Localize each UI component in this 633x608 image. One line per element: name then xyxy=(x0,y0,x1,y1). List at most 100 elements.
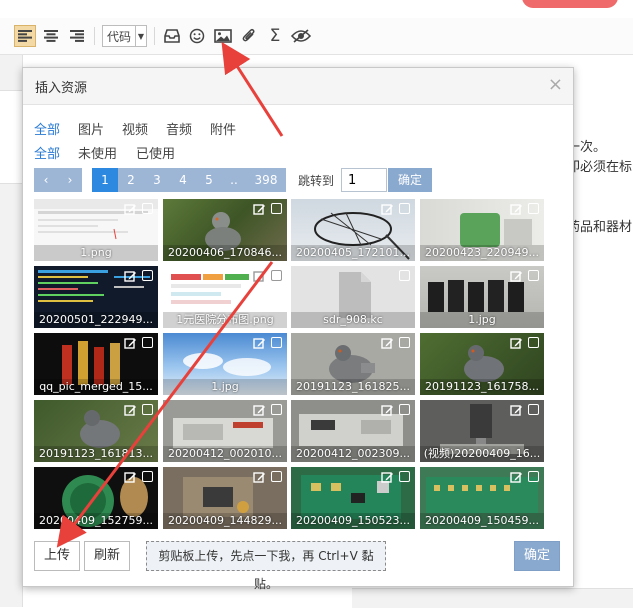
jump-confirm-button[interactable]: 确定 xyxy=(388,168,432,192)
checkbox-icon[interactable] xyxy=(271,270,282,281)
checkbox-icon[interactable] xyxy=(399,471,410,482)
inbox-icon[interactable] xyxy=(162,25,182,47)
resource-tile[interactable]: 1.png xyxy=(34,199,158,261)
checkbox-icon[interactable] xyxy=(142,404,153,415)
close-icon[interactable]: × xyxy=(548,74,563,95)
edit-icon[interactable] xyxy=(124,270,137,283)
page-ellipsis: .. xyxy=(222,168,246,192)
type-filter-all[interactable]: 全部 xyxy=(34,119,60,138)
edit-icon[interactable] xyxy=(124,337,137,350)
resource-tile[interactable]: 20200423_220949... xyxy=(420,199,544,261)
page-button-1[interactable]: 1 xyxy=(92,168,118,192)
resource-tile[interactable]: 20200412_002010... xyxy=(163,400,287,462)
usage-filter-used[interactable]: 已使用 xyxy=(136,143,175,162)
code-select[interactable]: 代码 ▼ xyxy=(102,25,147,47)
edit-icon[interactable] xyxy=(510,471,523,484)
edit-icon[interactable] xyxy=(510,337,523,350)
edit-icon[interactable] xyxy=(253,404,266,417)
jump-to-label: 跳转到 xyxy=(298,174,335,188)
resource-label: 1元医院分布图.png xyxy=(163,312,287,328)
edit-icon[interactable] xyxy=(381,203,394,216)
checkbox-icon[interactable] xyxy=(528,337,539,348)
checkbox-icon[interactable] xyxy=(271,471,282,482)
checkbox-icon[interactable] xyxy=(142,270,153,281)
resource-tile[interactable]: 20200409_150459... xyxy=(420,467,544,529)
checkbox-icon[interactable] xyxy=(399,203,410,214)
checkbox-icon[interactable] xyxy=(142,471,153,482)
type-filter-audio[interactable]: 音频 xyxy=(166,119,192,138)
smiley-icon[interactable] xyxy=(187,25,207,47)
align-center-icon[interactable] xyxy=(40,25,62,47)
resource-tile[interactable]: 20200405_172101... xyxy=(291,199,415,261)
code-select-label: 代码 xyxy=(107,29,132,44)
checkbox-icon[interactable] xyxy=(399,404,410,415)
edit-icon[interactable] xyxy=(253,337,266,350)
page-next-button[interactable]: › xyxy=(58,168,82,192)
resource-label: 20191123_161813... xyxy=(34,446,158,462)
resource-tile[interactable]: 20191123_161825... xyxy=(291,333,415,395)
jump-page-input[interactable] xyxy=(341,168,387,192)
edit-icon[interactable] xyxy=(124,404,137,417)
page-button-5[interactable]: 5 xyxy=(196,168,222,192)
align-right-icon[interactable] xyxy=(66,25,88,47)
eye-icon[interactable] xyxy=(290,25,312,47)
type-filter-video[interactable]: 视频 xyxy=(122,119,148,138)
type-filter-image[interactable]: 图片 xyxy=(78,119,104,138)
resource-tile[interactable]: sdr_908.kc xyxy=(291,266,415,328)
sigma-icon[interactable]: Σ xyxy=(265,25,285,47)
usage-filter-unused[interactable]: 未使用 xyxy=(78,143,117,162)
page-button-last[interactable]: 398 xyxy=(246,168,286,192)
resource-tile[interactable]: 1元医院分布图.png xyxy=(163,266,287,328)
edit-icon[interactable] xyxy=(510,270,523,283)
checkbox-icon[interactable] xyxy=(528,471,539,482)
resource-tile[interactable]: 1.jpg xyxy=(163,333,287,395)
edit-icon[interactable] xyxy=(253,203,266,216)
resource-tile[interactable]: 20200409_150523... xyxy=(291,467,415,529)
edit-icon[interactable] xyxy=(381,471,394,484)
checkbox-icon[interactable] xyxy=(271,337,282,348)
edit-icon[interactable] xyxy=(381,404,394,417)
checkbox-icon[interactable] xyxy=(399,337,410,348)
checkbox-icon[interactable] xyxy=(271,203,282,214)
editor-body-text: 药品和器材 xyxy=(567,220,633,235)
type-filter-attachment[interactable]: 附件 xyxy=(210,119,236,138)
page-button-4[interactable]: 4 xyxy=(170,168,196,192)
edit-icon[interactable] xyxy=(253,270,266,283)
page-button-2[interactable]: 2 xyxy=(118,168,144,192)
resource-tile[interactable]: 20191123_161813... xyxy=(34,400,158,462)
resource-tile[interactable]: 20200409_152759... xyxy=(34,467,158,529)
resource-tile[interactable]: 20200501_222949... xyxy=(34,266,158,328)
top-action-pill[interactable] xyxy=(522,0,618,8)
edit-icon[interactable] xyxy=(510,404,523,417)
page-prev-button[interactable]: ‹ xyxy=(34,168,58,192)
checkbox-icon[interactable] xyxy=(142,203,153,214)
checkbox-icon[interactable] xyxy=(528,270,539,281)
image-icon[interactable] xyxy=(212,25,234,47)
refresh-button[interactable]: 刷新 xyxy=(84,541,130,571)
resource-tile[interactable]: (视频)20200409_16... xyxy=(420,400,544,462)
edit-icon[interactable] xyxy=(510,203,523,216)
checkbox-icon[interactable] xyxy=(271,404,282,415)
edit-icon[interactable] xyxy=(124,203,137,216)
resource-tile[interactable]: 20191123_161758... xyxy=(420,333,544,395)
resource-tile[interactable]: 20200412_002309... xyxy=(291,400,415,462)
resource-tile[interactable]: qq_pic_merged_15... xyxy=(34,333,158,395)
paperclip-icon[interactable] xyxy=(239,25,259,47)
edit-icon[interactable] xyxy=(253,471,266,484)
page-button-3[interactable]: 3 xyxy=(144,168,170,192)
align-left-icon[interactable] xyxy=(14,25,36,47)
clipboard-paste-area[interactable]: 剪贴板上传，先点一下我，再 Ctrl+V 黏贴。 xyxy=(146,541,386,591)
upload-button[interactable]: 上传 xyxy=(34,541,80,571)
edit-icon[interactable] xyxy=(124,471,137,484)
resource-tile[interactable]: 20200406_170846... xyxy=(163,199,287,261)
resource-tile[interactable]: 20200409_144829... xyxy=(163,467,287,529)
checkbox-icon[interactable] xyxy=(142,337,153,348)
confirm-button[interactable]: 确定 xyxy=(514,541,560,571)
resource-label: 1.jpg xyxy=(163,379,287,395)
checkbox-icon[interactable] xyxy=(528,203,539,214)
edit-icon[interactable] xyxy=(381,337,394,350)
usage-filter-all[interactable]: 全部 xyxy=(34,143,60,162)
checkbox-icon[interactable] xyxy=(528,404,539,415)
resource-tile[interactable]: 1.jpg xyxy=(420,266,544,328)
checkbox-icon[interactable] xyxy=(399,270,410,281)
